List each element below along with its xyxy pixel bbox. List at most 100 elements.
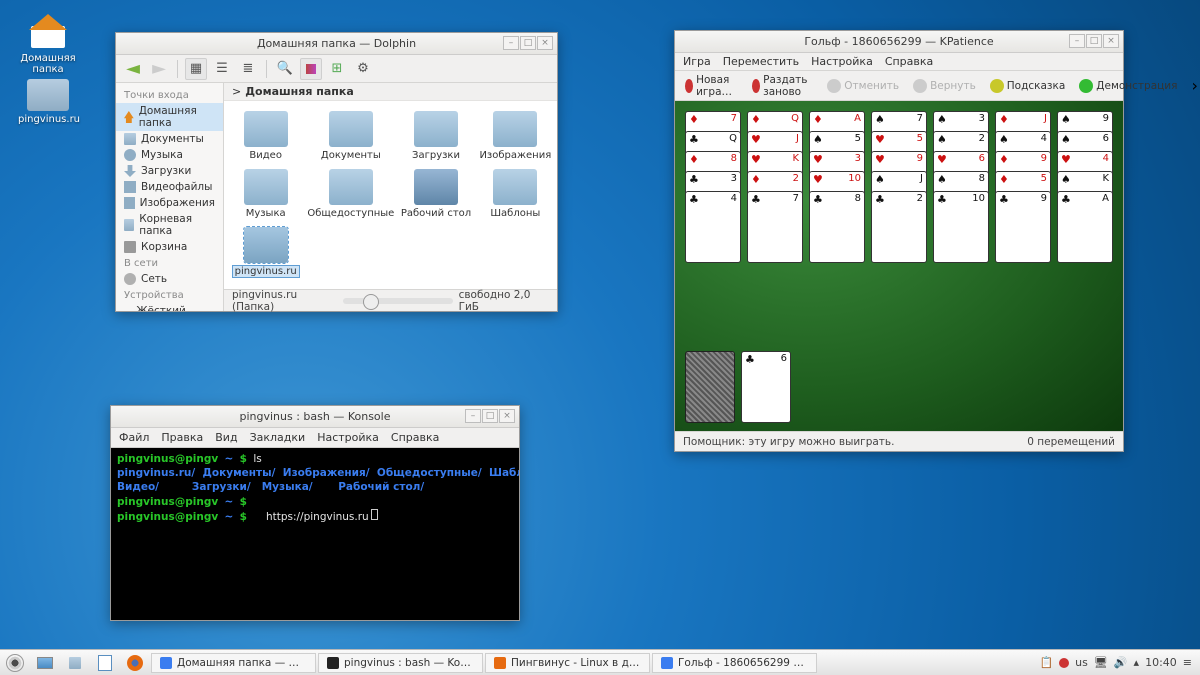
menu-item[interactable]: Игра [683, 55, 711, 68]
details-view-button[interactable]: ≣ [237, 58, 259, 80]
dolphin-window[interactable]: Домашняя папка — Dolphin – □ × ◄ ► ▦ ☰ ≣… [115, 32, 558, 312]
menu-item[interactable]: Вид [215, 431, 237, 444]
clock[interactable]: 10:40 [1145, 656, 1177, 669]
folder-item[interactable]: Рабочий стол [398, 169, 473, 219]
maximize-button[interactable]: □ [1086, 34, 1102, 48]
split-button[interactable]: ⊞ [326, 58, 348, 80]
desktop-icon-Домашняя папка[interactable]: Домашняя папка [18, 14, 78, 75]
menu-item[interactable]: Справка [885, 55, 933, 68]
close-button[interactable]: × [1103, 34, 1119, 48]
menu-item[interactable]: Переместить [723, 55, 799, 68]
folder-item[interactable]: Изображения [478, 111, 553, 161]
clipboard-icon[interactable]: 📋 [1039, 656, 1053, 669]
control-button[interactable]: ⚙ [352, 58, 374, 80]
konsole-window[interactable]: pingvinus : bash — Konsole – □ × Файл Пра… [110, 405, 520, 621]
hint-button[interactable]: Подсказка [986, 76, 1070, 96]
waste-card[interactable]: ♣6 [741, 351, 791, 423]
menu-item[interactable]: Закладки [250, 431, 306, 444]
playing-card[interactable]: ♣7 [747, 191, 803, 263]
sidebar-item[interactable]: Музыка [116, 147, 223, 163]
menu-icon[interactable]: ≡ [1183, 656, 1192, 669]
text-editor-launcher[interactable] [93, 653, 117, 673]
folder-item[interactable]: Шаблоны [478, 169, 553, 219]
stock-pile[interactable] [685, 351, 735, 423]
menu-item[interactable]: Настройка [317, 431, 379, 444]
sidebar-item[interactable]: Корзина [116, 239, 223, 255]
kpatience-titlebar[interactable]: Гольф - 1860656299 — KPatience – □ × [675, 31, 1123, 53]
menu-item[interactable]: Файл [119, 431, 149, 444]
firefox-launcher[interactable] [123, 653, 147, 673]
compact-view-button[interactable]: ☰ [211, 58, 233, 80]
forward-button[interactable]: ► [148, 58, 170, 80]
card-pile[interactable]: ♦A♠5♥3♥10♣8 [809, 111, 865, 257]
playing-card[interactable]: ♣A [1057, 191, 1113, 263]
icons-view-button[interactable]: ▦ [185, 58, 207, 80]
game-felt[interactable]: ♦7♣Q♦8♣3♣4♦Q♥J♥K♦2♣7♦A♠5♥3♥10♣8♠7♥5♥9♠J♣… [675, 101, 1123, 431]
search-button[interactable]: 🔍 [274, 58, 296, 80]
card-pile[interactable]: ♦Q♥J♥K♦2♣7 [747, 111, 803, 257]
folder-item[interactable]: Общедоступные [307, 169, 394, 219]
menu-item[interactable]: Настройка [811, 55, 873, 68]
toolbar-overflow[interactable]: › [1187, 76, 1200, 95]
sidebar-item[interactable]: Сеть [116, 271, 223, 287]
konsole-titlebar[interactable]: pingvinus : bash — Konsole – □ × [111, 406, 519, 428]
taskbar-task[interactable]: Гольф - 1860656299 — KPatience [652, 653, 817, 673]
terminal[interactable]: pingvinus@pingv ~ $ lspingvinus.ru/ Доку… [111, 448, 519, 620]
dolphin-titlebar[interactable]: Домашняя папка — Dolphin – □ × [116, 33, 557, 55]
demo-button[interactable]: Демонстрация [1075, 76, 1181, 96]
taskbar-task[interactable]: Домашняя папка — Dolphin [151, 653, 316, 673]
playing-card[interactable]: ♣10 [933, 191, 989, 263]
new-game-button[interactable]: Новая игра… [681, 71, 742, 101]
kpatience-window[interactable]: Гольф - 1860656299 — KPatience – □ × Игр… [674, 30, 1124, 452]
playing-card[interactable]: ♣4 [685, 191, 741, 263]
preview-button[interactable] [300, 58, 322, 80]
keyboard-layout[interactable]: us [1075, 656, 1088, 669]
sidebar-item[interactable]: Домашняя папка [116, 103, 223, 131]
taskbar-task[interactable]: pingvinus : bash — Konsole [318, 653, 483, 673]
show-desktop[interactable] [33, 653, 57, 673]
maximize-button[interactable]: □ [482, 409, 498, 423]
sidebar-item[interactable]: Жёсткий диск (8,8 ГиБ) [116, 303, 223, 311]
card-pile[interactable]: ♠7♥5♥9♠J♣2 [871, 111, 927, 257]
playing-card[interactable]: ♣8 [809, 191, 865, 263]
playing-card[interactable]: ♣2 [871, 191, 927, 263]
record-indicator-icon[interactable] [1059, 658, 1069, 668]
folder-item[interactable]: Документы [307, 111, 394, 161]
close-button[interactable]: × [499, 409, 515, 423]
redeal-button[interactable]: Раздать заново [748, 71, 817, 101]
minimize-button[interactable]: – [1069, 34, 1085, 48]
sidebar-item[interactable]: Загрузки [116, 163, 223, 179]
back-button[interactable]: ◄ [122, 58, 144, 80]
card-pile[interactable]: ♠9♠6♥4♠K♣A [1057, 111, 1113, 257]
tray-expand[interactable]: ▴ [1134, 656, 1140, 669]
sidebar-item[interactable]: Документы [116, 131, 223, 147]
minimize-button[interactable]: – [465, 409, 481, 423]
card-pile[interactable]: ♠3♠2♥6♠8♣10 [933, 111, 989, 257]
konsole-menubar[interactable]: Файл Правка Вид Закладки Настройка Справка [111, 428, 519, 448]
menu-item[interactable]: Правка [161, 431, 203, 444]
folder-item[interactable]: Музыка [228, 169, 303, 219]
playing-card[interactable]: ♣9 [995, 191, 1051, 263]
dolphin-iconview[interactable]: ВидеоДокументыЗагрузкиИзображения МузыкаО… [224, 101, 557, 289]
sidebar-item[interactable]: Видеофайлы [116, 179, 223, 195]
card-pile[interactable]: ♦J♠4♦9♦5♣9 [995, 111, 1051, 257]
close-button[interactable]: × [537, 36, 553, 50]
folder-item[interactable]: Загрузки [398, 111, 473, 161]
maximize-button[interactable]: □ [520, 36, 536, 50]
desktop-icon-pingvinus.ru[interactable]: pingvinus.ru [18, 79, 78, 125]
app-launcher[interactable] [3, 653, 27, 673]
folder-item[interactable]: Видео [228, 111, 303, 161]
card-pile[interactable]: ♦7♣Q♦8♣3♣4 [685, 111, 741, 257]
sidebar-item[interactable]: Изображения [116, 195, 223, 211]
taskbar-task[interactable]: Пингвинус - Linux в деталях - Mozi… [485, 653, 650, 673]
menu-item[interactable]: Справка [391, 431, 439, 444]
kpatience-menubar[interactable]: Игра Переместить Настройка Справка [675, 53, 1123, 71]
volume-icon[interactable]: 🔊 [1114, 656, 1128, 669]
folder-item[interactable]: pingvinus.ru [228, 227, 303, 277]
sidebar-item[interactable]: Корневая папка [116, 211, 223, 239]
dolphin-breadcrumb[interactable]: > Домашняя папка [224, 83, 557, 101]
zoom-slider[interactable] [343, 298, 453, 304]
minimize-button[interactable]: – [503, 36, 519, 50]
display-icon[interactable]: 🖥 [1094, 656, 1108, 669]
file-manager-launcher[interactable] [63, 653, 87, 673]
